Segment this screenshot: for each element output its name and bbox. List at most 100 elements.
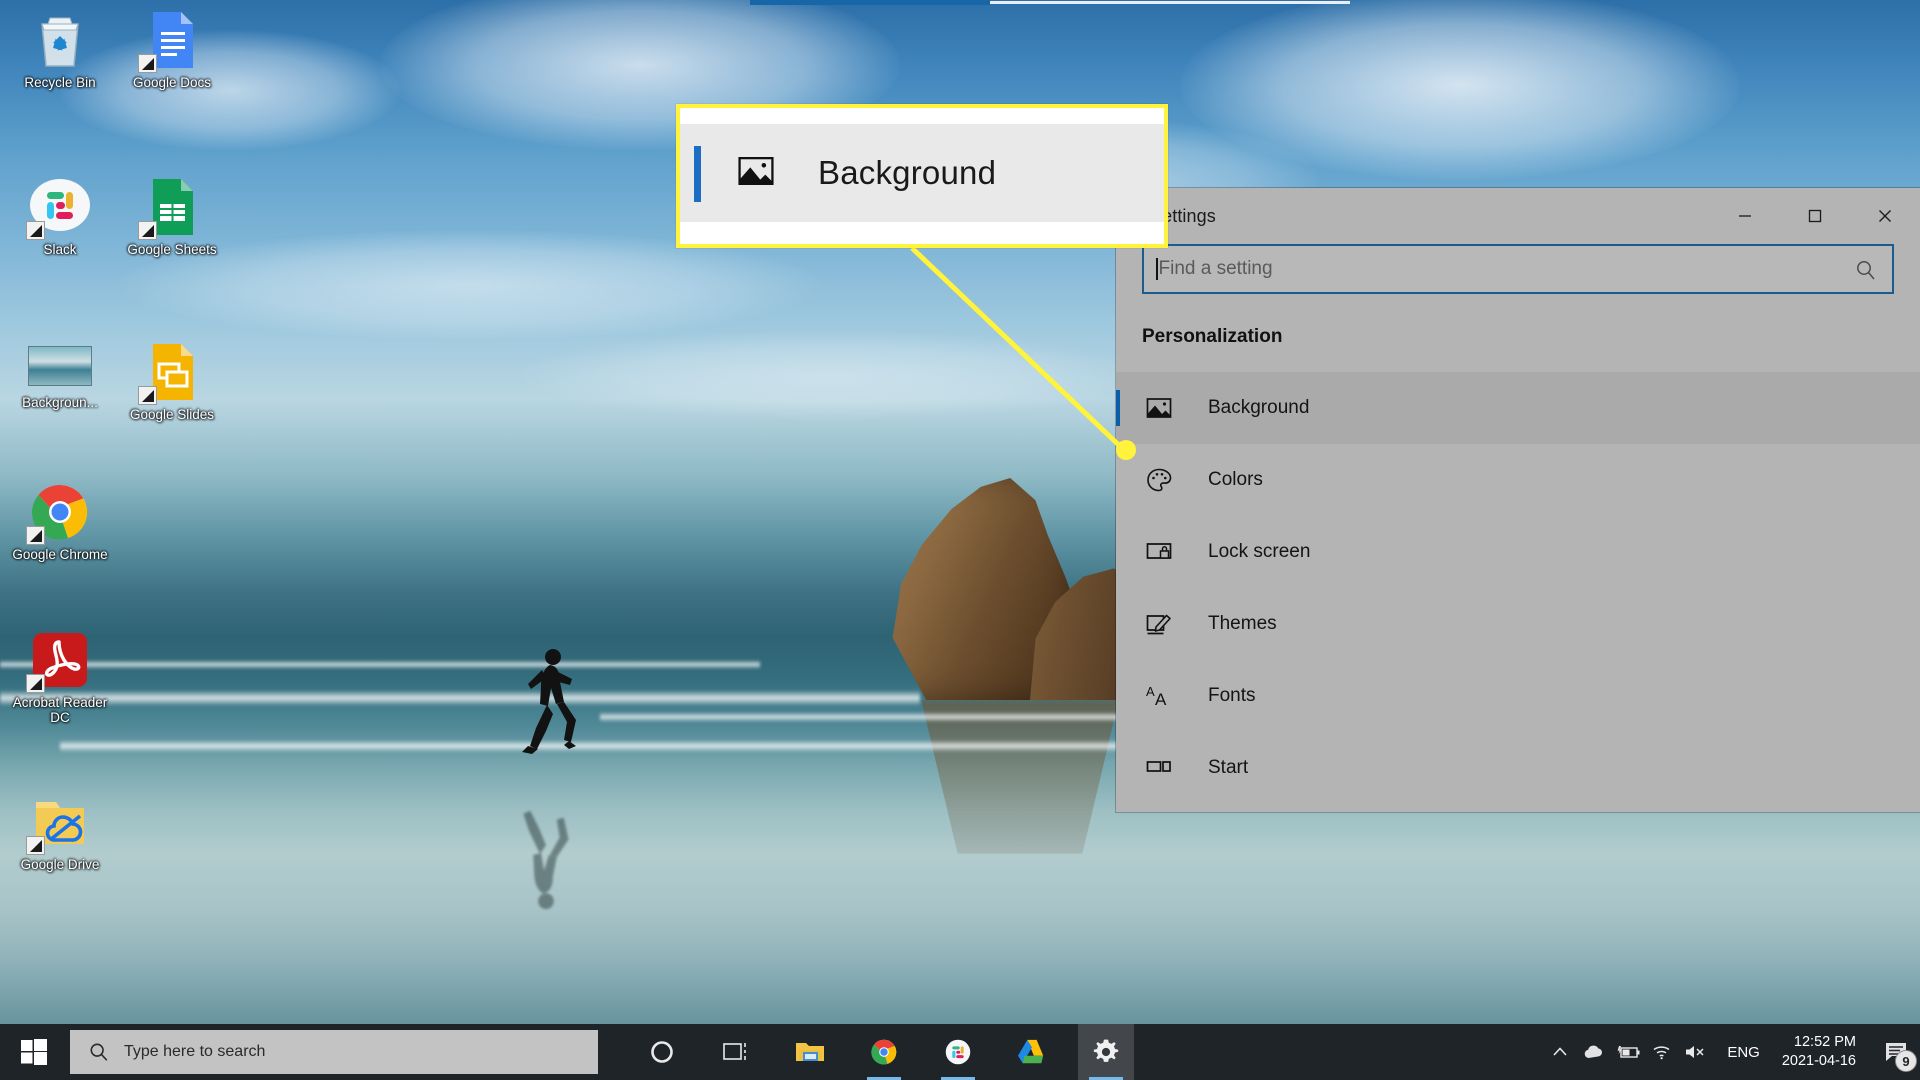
desktop-icon-background-image[interactable]: Backgroun... (10, 340, 110, 410)
google-drive-folder-icon (26, 790, 92, 855)
file-explorer-button[interactable] (782, 1024, 838, 1080)
settings-item-label: Fonts (1208, 685, 1256, 706)
start-button[interactable] (0, 1024, 68, 1080)
desktop-icon-label: Slack (43, 242, 77, 257)
maximize-button[interactable] (1780, 188, 1850, 244)
shortcut-overlay-icon (26, 221, 45, 240)
section-heading: Personalization (1142, 326, 1283, 347)
settings-button[interactable] (1078, 1024, 1134, 1080)
battery-button[interactable] (1611, 1024, 1645, 1080)
settings-item-background[interactable]: Background (1116, 372, 1920, 444)
themes-icon (1142, 607, 1176, 641)
runner-silhouette (522, 649, 576, 754)
google-slides-icon (138, 340, 204, 405)
lock-screen-icon (1142, 535, 1176, 569)
notification-count-badge: 9 (1895, 1050, 1917, 1072)
settings-titlebar[interactable]: Settings (1116, 188, 1920, 244)
battery-charging-icon (1617, 1046, 1640, 1058)
minimize-icon (1739, 215, 1751, 217)
settings-item-label: Start (1208, 757, 1249, 778)
taskbar-search-placeholder: Type here to search (124, 1043, 266, 1060)
search-icon[interactable] (1854, 258, 1878, 287)
google-docs-icon (138, 8, 204, 73)
desktop-icon-google-slides[interactable]: Google Slides (122, 340, 222, 422)
language-indicator[interactable]: ENG (1713, 1024, 1774, 1080)
windows-logo-icon (21, 1039, 47, 1065)
settings-item-colors[interactable]: Colors (1116, 444, 1920, 516)
desktop-icon-recycle-bin[interactable]: Recycle Bin (10, 8, 110, 90)
settings-item-label: Colors (1208, 469, 1263, 490)
chrome-icon (871, 1039, 897, 1065)
desktop-icon-acrobat-reader[interactable]: Acrobat Reader DC (10, 628, 110, 725)
settings-item-themes[interactable]: Themes (1116, 588, 1920, 660)
image-icon (1142, 391, 1176, 425)
start-icon (1142, 751, 1176, 785)
settings-item-start[interactable]: Start (1116, 732, 1920, 804)
system-tray: ENG 12:52 PM 2021-04-16 9 (1543, 1024, 1920, 1080)
desktop-icon-slack[interactable]: Slack (10, 175, 110, 257)
slack-button[interactable] (930, 1024, 986, 1080)
speaker-muted-icon (1686, 1046, 1704, 1058)
volume-button[interactable] (1679, 1024, 1713, 1080)
shortcut-overlay-icon (138, 221, 157, 240)
settings-item-fonts[interactable]: A A Fonts (1116, 660, 1920, 732)
desktop-icon-label: Google Sheets (127, 242, 217, 257)
desktop-icon-label: Google Slides (129, 407, 215, 422)
minimize-button[interactable] (1710, 188, 1780, 244)
callout-label: Background (818, 154, 997, 191)
desktop-icon-label: Google Docs (132, 75, 212, 90)
shortcut-overlay-icon (138, 54, 157, 73)
desktop-icon-label: Acrobat Reader DC (12, 695, 108, 725)
search-icon (90, 1043, 108, 1061)
clock-time: 12:52 PM (1793, 1034, 1856, 1050)
taskbar: Type here to search ENG 12:52 PM 2021-04… (0, 1024, 1920, 1080)
slack-icon (26, 175, 92, 240)
callout-annotation: Background (676, 104, 1168, 248)
settings-item-lock-screen[interactable]: Lock screen (1116, 516, 1920, 588)
cortana-icon (651, 1041, 673, 1063)
desktop-icon-label: Recycle Bin (24, 75, 96, 90)
svg-text:A: A (1146, 684, 1155, 699)
settings-window[interactable]: Settings Find a setting Personalization … (1116, 188, 1920, 812)
surf-line (0, 660, 760, 669)
wifi-icon (1653, 1046, 1670, 1060)
notifications-button[interactable]: 9 (1872, 1024, 1920, 1080)
svg-text:A: A (1155, 690, 1167, 709)
cloud-icon (1585, 1045, 1603, 1058)
maximize-icon (1808, 209, 1822, 223)
desktop-icon-google-drive[interactable]: Google Drive (10, 790, 110, 872)
chrome-button[interactable] (856, 1024, 912, 1080)
settings-item-label: Background (1208, 397, 1310, 418)
onedrive-button[interactable] (1577, 1024, 1611, 1080)
chrome-icon (26, 480, 92, 545)
settings-item-label: Themes (1208, 613, 1277, 634)
settings-search-field[interactable]: Find a setting (1142, 244, 1894, 294)
clock[interactable]: 12:52 PM 2021-04-16 (1774, 1024, 1872, 1080)
desktop-icon-label: Google Drive (20, 857, 100, 872)
search-placeholder-text: Find a setting (1158, 258, 1273, 279)
close-icon (1879, 210, 1891, 222)
desktop-icon-google-sheets[interactable]: Google Sheets (122, 175, 222, 257)
taskbar-search-box[interactable]: Type here to search (70, 1030, 598, 1074)
gear-icon (1093, 1039, 1119, 1062)
rock-reflection (921, 700, 1119, 854)
desktop-icon-google-chrome[interactable]: Google Chrome (10, 480, 110, 562)
close-button[interactable] (1850, 188, 1920, 244)
surf-line (60, 740, 1160, 752)
google-sheets-icon (138, 175, 204, 240)
selection-accent-bar (1116, 390, 1120, 426)
settings-nav-list: Background Colors Lock screen Themes A A… (1116, 372, 1920, 804)
cortana-button[interactable] (634, 1024, 690, 1080)
cloud-decoration (520, 330, 1140, 420)
show-hidden-icons-button[interactable] (1543, 1024, 1577, 1080)
task-view-button[interactable] (708, 1024, 764, 1080)
recycle-bin-icon (28, 8, 92, 72)
clock-date: 2021-04-16 (1781, 1053, 1856, 1069)
text-caret (1156, 258, 1158, 280)
image-icon (736, 151, 776, 196)
network-button[interactable] (1645, 1024, 1679, 1080)
callout-content: Background (680, 124, 1164, 222)
google-drive-button[interactable] (1004, 1024, 1060, 1080)
settings-item-label: Lock screen (1208, 541, 1311, 562)
desktop-icon-google-docs[interactable]: Google Docs (122, 8, 222, 90)
